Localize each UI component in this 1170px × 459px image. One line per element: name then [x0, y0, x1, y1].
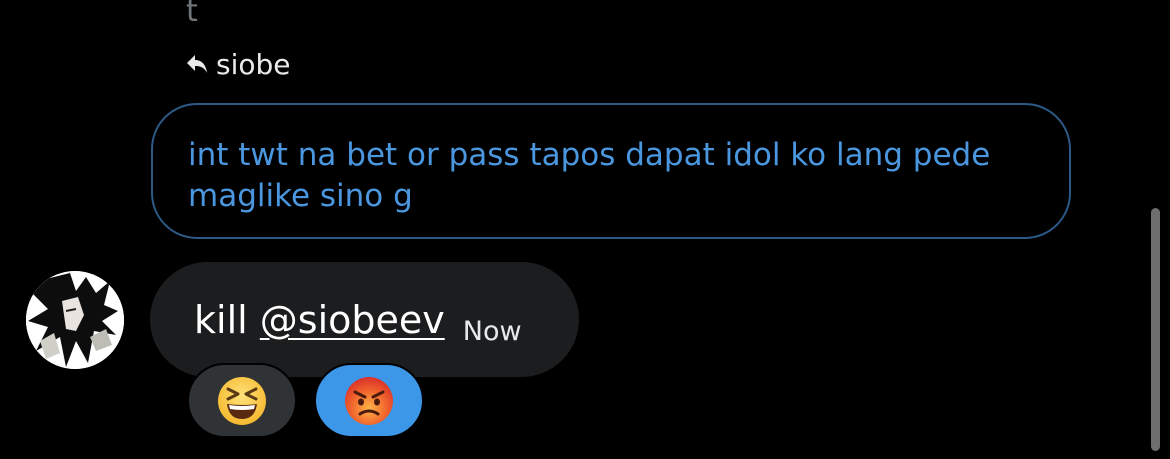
- message-bubble[interactable]: kill @siobeev Now: [150, 262, 579, 377]
- reply-arrow-icon: [186, 54, 208, 74]
- angry-face-icon: [345, 376, 393, 425]
- reaction-angry-selected[interactable]: [314, 363, 424, 438]
- message-text: kill @siobeev: [194, 298, 445, 342]
- avatar[interactable]: [26, 271, 124, 369]
- replied-to-name: siobe: [216, 47, 291, 81]
- message-timestamp: Now: [462, 316, 522, 347]
- grinning-squinting-face-icon: [218, 376, 266, 425]
- reply-context[interactable]: siobe: [186, 46, 291, 82]
- previous-message-fragment: t: [186, 0, 198, 29]
- quoted-message-bubble[interactable]: int twt na bet or pass tapos dapat idol …: [151, 103, 1071, 239]
- mention-link[interactable]: @siobeev: [260, 298, 445, 342]
- quoted-message-text: int twt na bet or pass tapos dapat idol …: [188, 137, 991, 214]
- message-prefix: kill: [194, 297, 260, 342]
- scrollbar-thumb[interactable]: [1151, 208, 1160, 451]
- anime-character-avatar-icon: [26, 271, 124, 369]
- reaction-grinning-squinting[interactable]: [187, 363, 297, 438]
